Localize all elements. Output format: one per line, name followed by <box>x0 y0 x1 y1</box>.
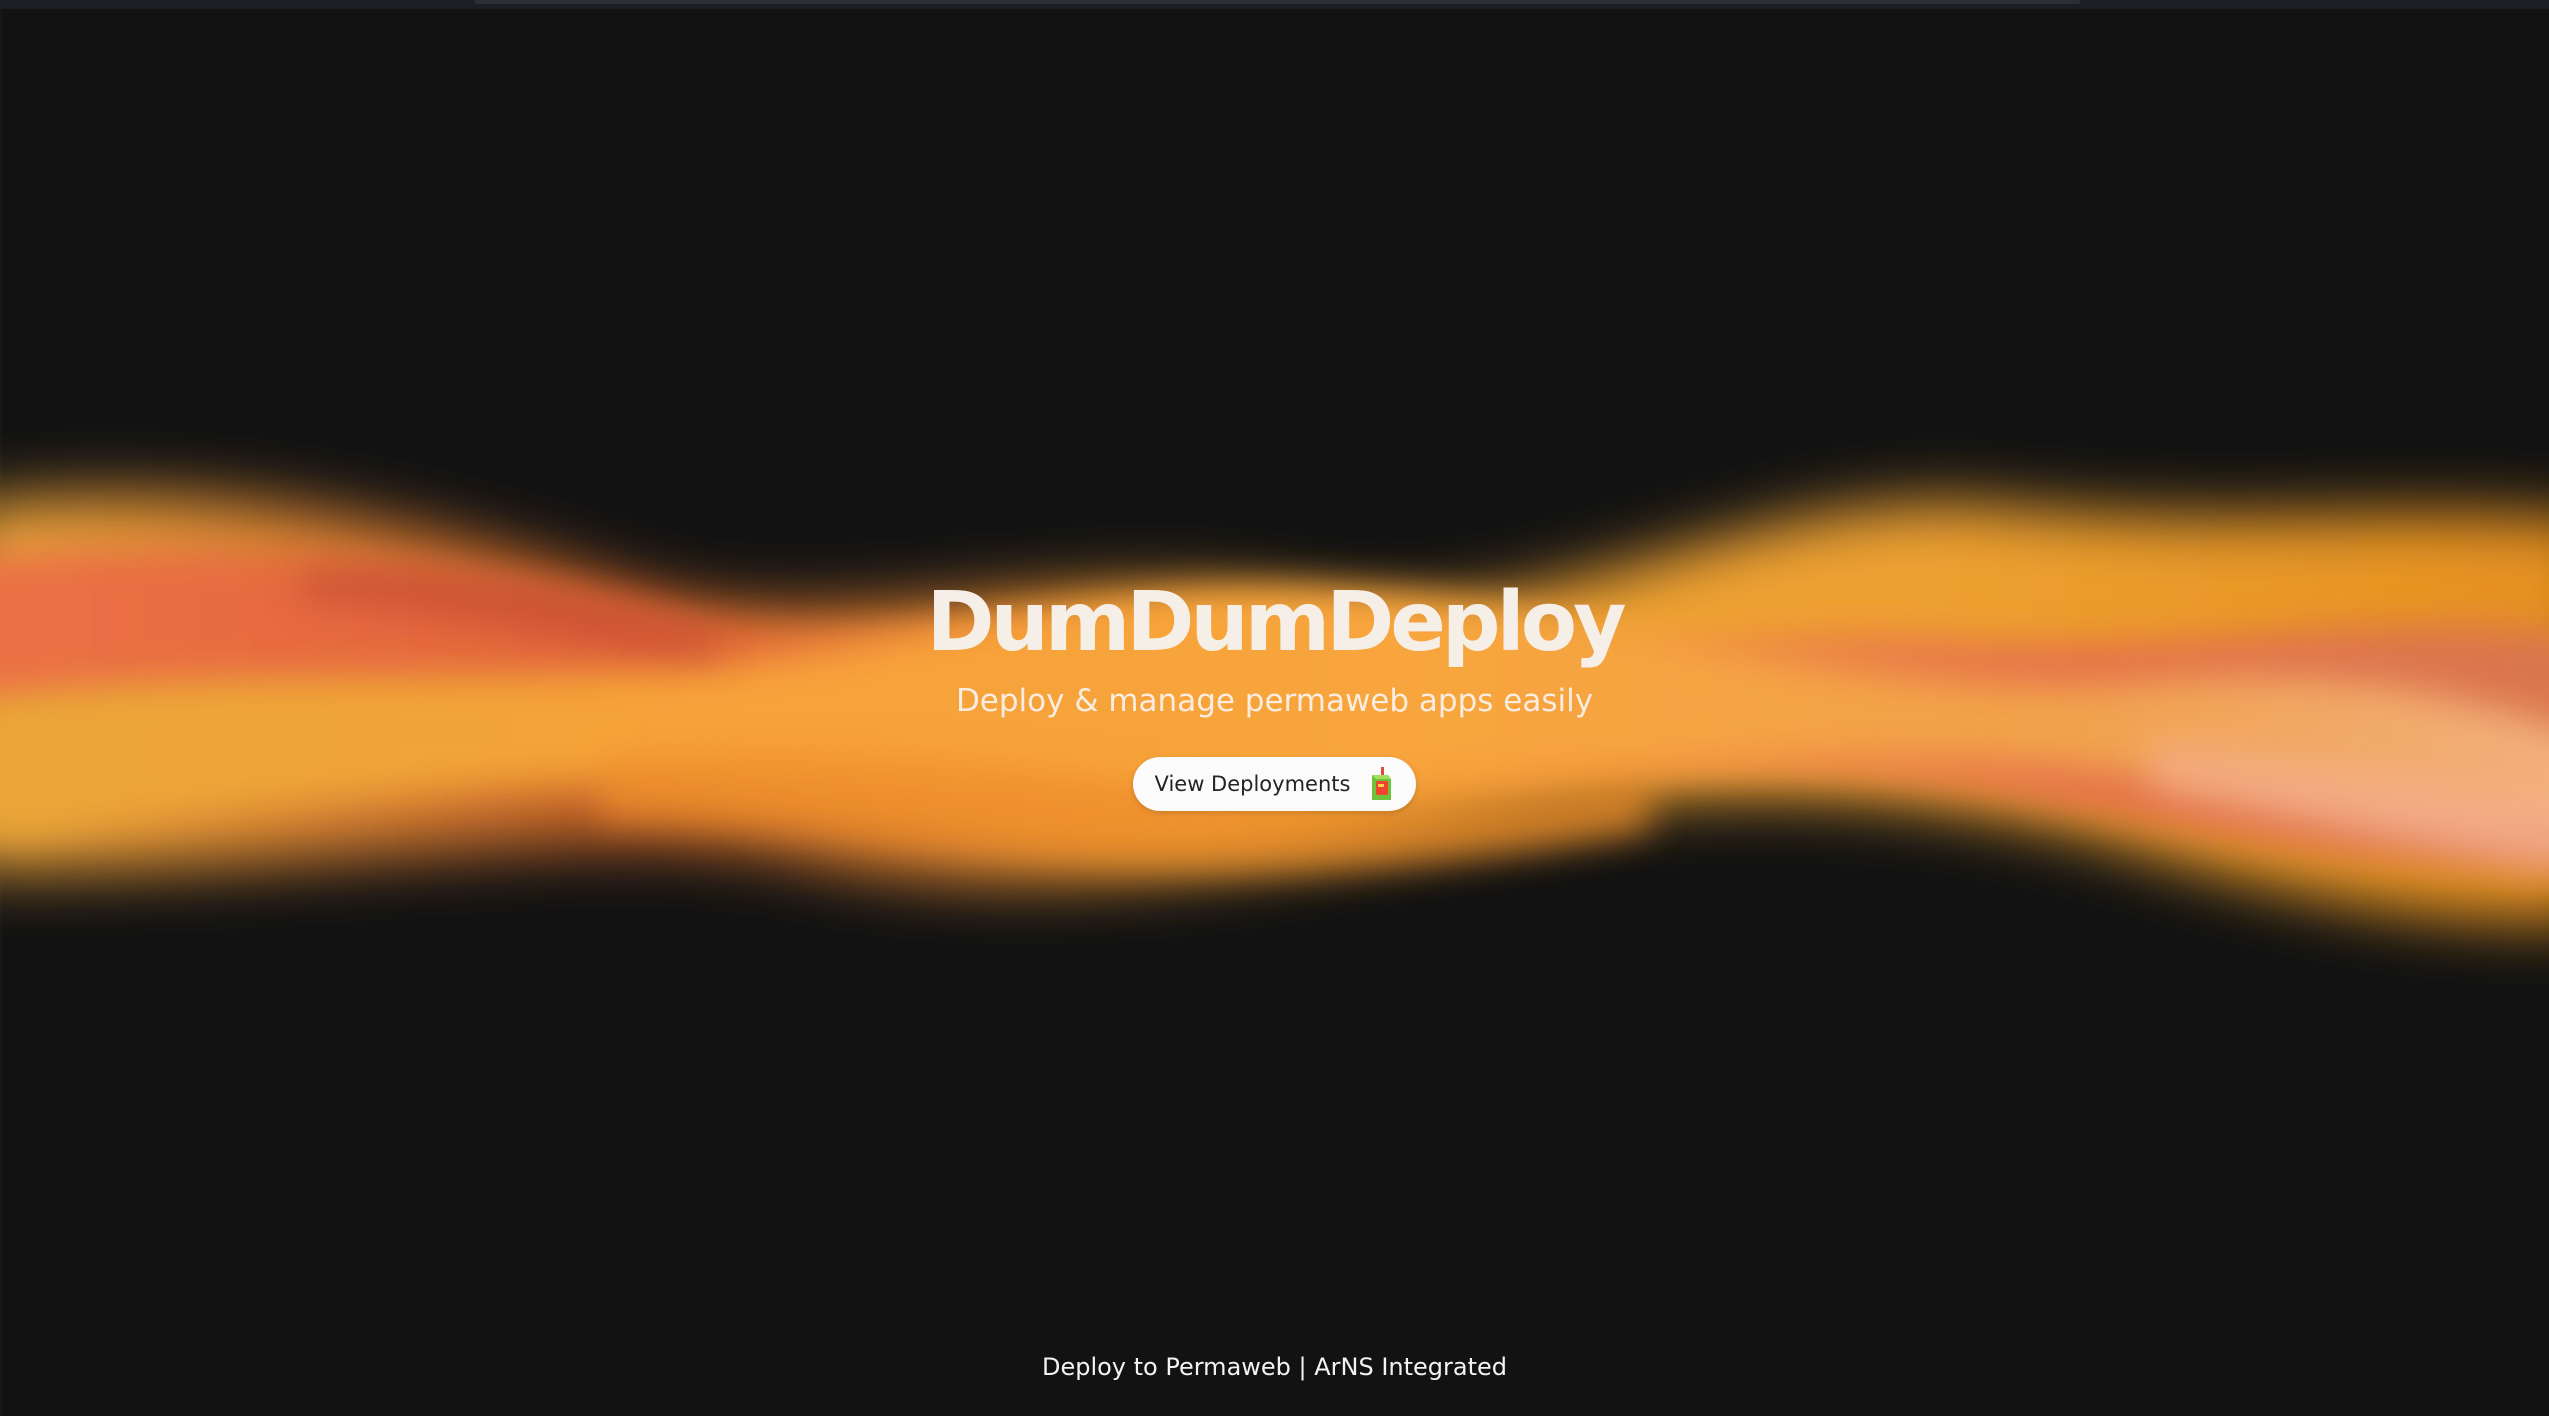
view-deployments-button[interactable]: View Deployments <box>1132 757 1417 811</box>
hero-section: DumDumDeploy Deploy & manage permaweb ap… <box>0 568 2549 724</box>
footer-text: Deploy to Permaweb | ArNS Integrated <box>1041 1353 1508 1381</box>
view-deployments-label: View Deployments <box>1154 772 1351 796</box>
juice-box-icon <box>1368 767 1394 801</box>
browser-top-bar <box>0 0 2549 9</box>
cta-container: View Deployments <box>0 757 2549 811</box>
page-title: DumDumDeploy <box>926 575 1626 670</box>
page-subtitle: Deploy & manage permaweb apps easily <box>955 683 1594 719</box>
top-bar-highlight <box>475 0 2080 4</box>
